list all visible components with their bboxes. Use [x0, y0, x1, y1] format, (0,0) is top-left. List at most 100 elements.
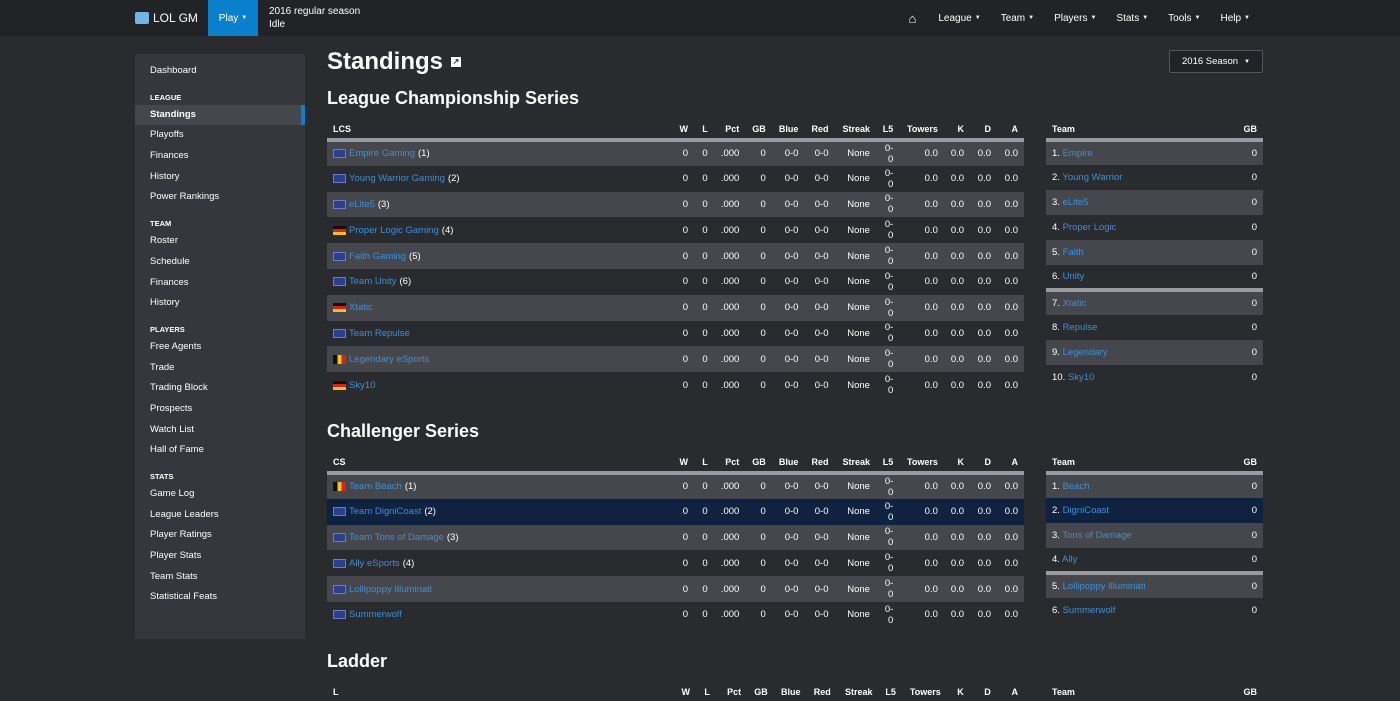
- team-link[interactable]: Xtatic: [1063, 298, 1087, 309]
- column-header-d[interactable]: D: [970, 452, 997, 475]
- play-menu-button[interactable]: Play ▼: [208, 0, 258, 36]
- team-link[interactable]: Team Repulse: [349, 328, 410, 339]
- team-link[interactable]: Unity: [1063, 271, 1085, 282]
- team-link[interactable]: Faith: [1063, 247, 1084, 258]
- sidebar-item-player-ratings[interactable]: Player Ratings: [135, 525, 305, 546]
- column-header-gb[interactable]: GB: [745, 119, 772, 142]
- team-link[interactable]: Proper Logic Gaming: [349, 225, 439, 236]
- team-link[interactable]: Sky10: [349, 380, 375, 391]
- column-header-d[interactable]: D: [969, 682, 997, 701]
- team-link[interactable]: Sky10: [1068, 372, 1094, 383]
- column-header-blue[interactable]: Blue: [771, 452, 805, 475]
- sidebar-item-league-leaders[interactable]: League Leaders: [135, 505, 305, 526]
- column-header-k[interactable]: K: [946, 682, 970, 701]
- column-header-red[interactable]: Red: [806, 682, 837, 701]
- sidebar-item-statistical-feats[interactable]: Statistical Feats: [135, 587, 305, 608]
- team-link[interactable]: Team Tons of Damage: [349, 532, 444, 543]
- team-link[interactable]: eLite5: [349, 199, 375, 210]
- nav-players[interactable]: Players ▼: [1044, 13, 1106, 24]
- column-header-l[interactable]: L: [696, 682, 716, 701]
- team-link[interactable]: Faith Gaming: [349, 251, 406, 262]
- column-header-pct[interactable]: Pct: [715, 682, 748, 701]
- sidebar-item-watch-list[interactable]: Watch List: [135, 420, 305, 441]
- sidebar-item-team-finances[interactable]: Finances: [135, 273, 305, 294]
- nav-help[interactable]: Help ▼: [1210, 13, 1260, 24]
- team-link[interactable]: Team Beach: [349, 481, 402, 492]
- sidebar-item-league-finances[interactable]: Finances: [135, 146, 305, 167]
- column-header-l[interactable]: L: [694, 119, 714, 142]
- team-link[interactable]: eLite5: [1063, 197, 1089, 208]
- column-header-w[interactable]: W: [671, 682, 697, 701]
- column-header-streak[interactable]: Streak: [834, 452, 876, 475]
- column-header-red[interactable]: Red: [804, 119, 835, 142]
- team-link[interactable]: Young Warrior Gaming: [349, 173, 445, 184]
- column-header-team[interactable]: L: [327, 682, 672, 701]
- sidebar-item-prospects[interactable]: Prospects: [135, 399, 305, 420]
- sidebar-item-game-log[interactable]: Game Log: [135, 484, 305, 505]
- sidebar-item-trade[interactable]: Trade: [135, 358, 305, 379]
- team-link[interactable]: Repulse: [1063, 322, 1098, 333]
- column-header-towers[interactable]: Towers: [899, 119, 944, 142]
- sidebar-item-hall-of-fame[interactable]: Hall of Fame: [135, 440, 305, 461]
- team-link[interactable]: Proper Logic: [1063, 222, 1117, 233]
- column-header-towers[interactable]: Towers: [901, 682, 947, 701]
- column-header-streak[interactable]: Streak: [836, 682, 879, 701]
- sidebar-item-league-history[interactable]: History: [135, 167, 305, 188]
- sidebar-item-schedule[interactable]: Schedule: [135, 252, 305, 273]
- column-header-team[interactable]: LCS: [327, 119, 670, 142]
- sidebar-item-team-history[interactable]: History: [135, 293, 305, 314]
- column-header-l[interactable]: L: [694, 452, 714, 475]
- team-link[interactable]: Legendary eSports: [349, 354, 429, 365]
- team-link[interactable]: Team Unity: [349, 276, 397, 287]
- team-link[interactable]: Team DigniCoast: [349, 506, 421, 517]
- external-link-icon[interactable]: ↗: [451, 57, 462, 67]
- team-link[interactable]: Xtatic: [349, 302, 373, 313]
- column-header-gb[interactable]: GB: [747, 682, 774, 701]
- column-header-towers[interactable]: Towers: [899, 452, 944, 475]
- column-header-pct[interactable]: Pct: [713, 452, 746, 475]
- team-link[interactable]: Tons of Damage: [1062, 530, 1131, 541]
- home-icon[interactable]: ⌂: [899, 11, 929, 26]
- column-header-red[interactable]: Red: [804, 452, 835, 475]
- team-link[interactable]: Lollipoppy Illuminati: [349, 584, 432, 595]
- sidebar-item-trading-block[interactable]: Trading Block: [135, 378, 305, 399]
- sidebar-item-roster[interactable]: Roster: [135, 231, 305, 252]
- column-header-a[interactable]: A: [996, 119, 1024, 142]
- nav-stats[interactable]: Stats ▼: [1106, 13, 1158, 24]
- column-header-a[interactable]: A: [996, 682, 1024, 701]
- nav-team[interactable]: Team ▼: [991, 13, 1044, 24]
- nav-tools[interactable]: Tools ▼: [1158, 13, 1210, 24]
- column-header-team[interactable]: CS: [327, 452, 670, 475]
- column-header-a[interactable]: A: [996, 452, 1024, 475]
- team-link[interactable]: Empire Gaming: [349, 148, 415, 159]
- nav-league[interactable]: League ▼: [928, 13, 990, 24]
- column-header-l5[interactable]: L5: [875, 452, 900, 475]
- team-link[interactable]: Ally eSports: [349, 558, 400, 569]
- sidebar-item-playoffs[interactable]: Playoffs: [135, 125, 305, 146]
- sidebar-item-dashboard[interactable]: Dashboard: [135, 61, 305, 82]
- column-header-k[interactable]: K: [943, 452, 971, 475]
- team-link[interactable]: Legendary: [1063, 347, 1108, 358]
- column-header-blue[interactable]: Blue: [773, 682, 807, 701]
- column-header-blue[interactable]: Blue: [771, 119, 805, 142]
- sidebar-item-standings[interactable]: Standings: [135, 104, 305, 126]
- column-header-l5[interactable]: L5: [878, 682, 902, 701]
- team-link[interactable]: Lollipoppy Illuminati: [1063, 581, 1146, 592]
- column-header-streak[interactable]: Streak: [834, 119, 876, 142]
- sidebar-item-team-stats[interactable]: Team Stats: [135, 567, 305, 588]
- column-header-w[interactable]: W: [669, 119, 695, 142]
- team-link[interactable]: DigniCoast: [1063, 505, 1109, 516]
- team-link[interactable]: Young Warrior: [1062, 172, 1122, 183]
- sidebar-item-free-agents[interactable]: Free Agents: [135, 337, 305, 358]
- column-header-l5[interactable]: L5: [875, 119, 900, 142]
- column-header-gb[interactable]: GB: [745, 452, 772, 475]
- team-link[interactable]: Summerwolf: [349, 609, 402, 620]
- column-header-d[interactable]: D: [970, 119, 997, 142]
- team-link[interactable]: Summerwolf: [1063, 605, 1116, 616]
- brand-logo[interactable]: LOL GM: [135, 0, 198, 36]
- sidebar-item-power-rankings[interactable]: Power Rankings: [135, 187, 305, 208]
- team-link[interactable]: Empire: [1063, 148, 1093, 159]
- column-header-pct[interactable]: Pct: [713, 119, 746, 142]
- team-link[interactable]: Ally: [1062, 554, 1077, 565]
- season-select[interactable]: 2016 Season ▼: [1169, 50, 1263, 73]
